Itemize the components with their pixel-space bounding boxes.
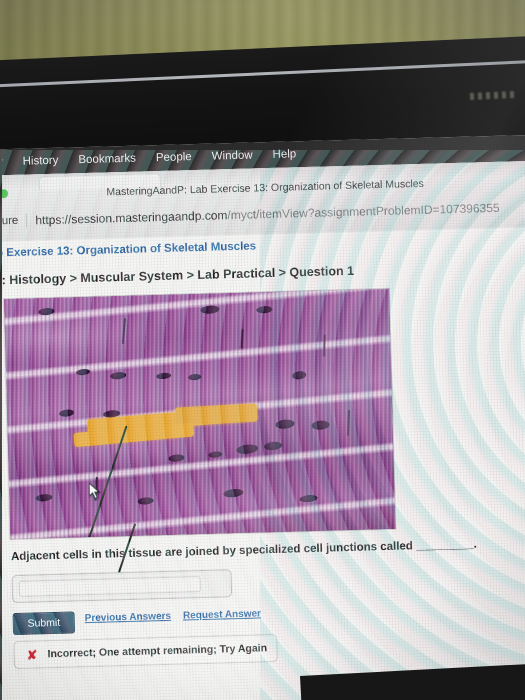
secure-badge: Secure: [0, 214, 19, 228]
question-text: Adjacent cells in this tissue are joined…: [10, 539, 477, 564]
menu-item-history[interactable]: History: [22, 155, 58, 168]
request-answer-link[interactable]: Request Answer: [183, 608, 261, 621]
x-mark-icon: ✘: [26, 646, 38, 663]
menu-item-help[interactable]: Help: [272, 148, 296, 161]
laptop-left-edge: [0, 150, 2, 700]
answer-input[interactable]: [18, 576, 202, 597]
menu-item-bookmarks[interactable]: Bookmarks: [78, 153, 136, 167]
back-link-label: Lab Exercise 13: Organization of Skeleta…: [0, 240, 257, 260]
back-to-assignment-link[interactable]: ‹Lab Exercise 13: Organization of Skelet…: [0, 240, 256, 260]
menu-item-window[interactable]: Window: [212, 149, 253, 162]
url-divider: [26, 213, 28, 228]
photo-of-laptop-screen: w History Bookmarks People Window Help M…: [0, 0, 525, 700]
breadcrumb: PAL: Histology > Muscular System > Lab P…: [0, 263, 355, 288]
answer-blank: _________.: [415, 538, 477, 553]
histology-micrograph[interactable]: [4, 288, 396, 540]
url-path: /myct/itemView?assignmentProblemID=10739…: [227, 200, 500, 223]
laptop-screen: w History Bookmarks People Window Help M…: [0, 134, 525, 700]
answer-actions: Previous Answers Request Answer: [85, 608, 262, 624]
url-host: https://session.masteringaandp.com: [35, 208, 228, 228]
feedback-banner: ✘ Incorrect; One attempt remaining; Try …: [13, 633, 278, 670]
previous-answers-link[interactable]: Previous Answers: [85, 611, 172, 624]
submit-button[interactable]: Submit: [12, 611, 76, 636]
question-prompt: Adjacent cells in this tissue are joined…: [10, 540, 414, 564]
answer-field-container[interactable]: [11, 569, 233, 604]
page-content: ‹Lab Exercise 13: Organization of Skelet…: [0, 226, 525, 700]
address-bar[interactable]: Secure https://session.masteringaandp.co…: [0, 194, 525, 234]
feedback-text: Incorrect; One attempt remaining; Try Ag…: [47, 642, 268, 661]
menu-item-people[interactable]: People: [156, 151, 192, 164]
